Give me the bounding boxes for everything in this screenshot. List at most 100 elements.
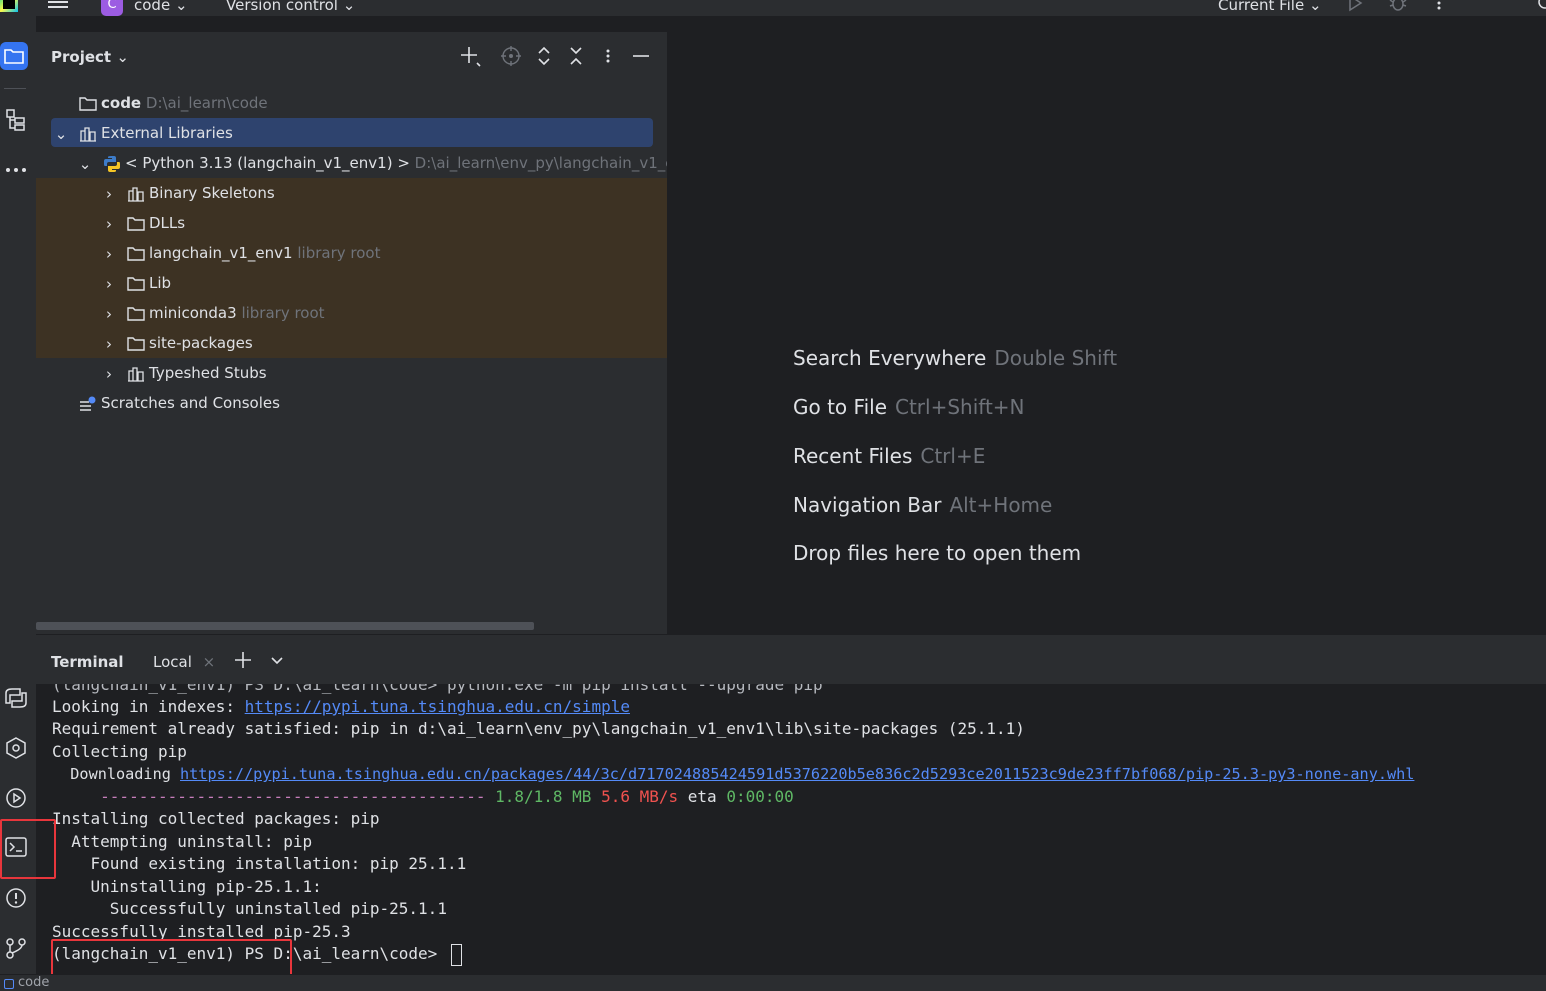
terminal-line: Collecting pip [52, 742, 187, 761]
tip-drop-files: Drop files here to open them [793, 541, 1081, 565]
project-panel-header[interactable]: Project ⌄ [51, 48, 129, 66]
highlight-terminal-button [0, 819, 56, 879]
folder-icon [127, 246, 145, 261]
tree-item-python-sdk[interactable]: ⌄ < Python 3.13 (langchain_v1_env1) > D:\… [36, 148, 667, 179]
chevron-down-icon[interactable]: ⌄ [53, 119, 69, 149]
tree-hint: D:\ai_learn\env_py\langchain_v1_env1 [414, 154, 667, 172]
tree-item-site-packages[interactable]: › site-packages [36, 328, 667, 359]
tree-item-langchain-env[interactable]: › langchain_v1_env1 library root [36, 238, 667, 269]
folder-icon [79, 96, 97, 111]
project-badge[interactable]: C [101, 0, 123, 16]
settings-gear-icon[interactable] [1536, 0, 1546, 16]
tree-item-dlls[interactable]: › DLLs [36, 208, 667, 239]
run-config-selector[interactable]: Current File ⌄ [1218, 0, 1322, 14]
vcs-menu[interactable]: Version control ⌄ [226, 0, 355, 14]
tree-item-scratches[interactable]: Scratches and Consoles [36, 388, 667, 418]
close-icon[interactable]: × [203, 653, 216, 671]
download-speed: 5.6 MB/s [601, 787, 679, 806]
strip-divider [4, 88, 26, 89]
tip-shortcut: Ctrl+E [920, 444, 986, 468]
locate-file-icon[interactable] [501, 45, 521, 67]
run-config-label: Current File [1218, 0, 1305, 14]
status-breadcrumb[interactable]: code [18, 975, 49, 990]
line-text: Looking in indexes: [52, 697, 245, 716]
project-name: code [134, 0, 171, 14]
tree-item-typeshed-stubs[interactable]: › Typeshed Stubs [36, 358, 667, 389]
run-tool-icon[interactable] [0, 782, 32, 814]
horizontal-scrollbar[interactable] [36, 622, 534, 630]
tree-item-binary-skeletons[interactable]: › Binary Skeletons [36, 178, 667, 209]
new-file-icon[interactable] [459, 45, 481, 67]
problems-icon[interactable] [0, 882, 32, 914]
tip-label: Drop files here to open them [793, 541, 1082, 565]
structure-tool-button[interactable] [0, 104, 32, 136]
options-icon[interactable] [605, 45, 611, 67]
chevron-right-icon[interactable]: › [101, 329, 117, 359]
tree-label: Typeshed Stubs [149, 364, 267, 382]
terminal-cursor [450, 943, 462, 966]
tip-label: Search Everywhere [793, 346, 987, 370]
chevron-down-icon: ⌄ [342, 0, 356, 14]
chevron-down-icon: ⌄ [1309, 0, 1322, 14]
tree-item-external-libraries[interactable]: ⌄ External Libraries [36, 118, 667, 149]
terminal-header: Terminal Local × [36, 634, 1546, 685]
scratches-icon [80, 396, 96, 411]
project-tool-button[interactable] [0, 42, 28, 70]
folder-icon [127, 276, 145, 291]
download-url-link[interactable]: https://pypi.tuna.tsinghua.edu.cn/packag… [180, 765, 1414, 783]
expand-all-icon[interactable] [536, 45, 552, 67]
index-url-link[interactable]: https://pypi.tuna.tsinghua.edu.cn/simple [245, 697, 630, 716]
run-icon[interactable] [1346, 0, 1364, 16]
highlight-prompt [51, 939, 292, 976]
debug-icon[interactable] [1388, 0, 1408, 16]
more-options-icon[interactable] [1436, 0, 1442, 16]
terminal-line: ----------------------------------------… [52, 786, 794, 808]
folder-icon [127, 216, 145, 231]
terminal-title: Terminal [51, 653, 124, 671]
collapse-all-icon[interactable] [568, 45, 584, 67]
main-menu-icon[interactable] [48, 0, 68, 15]
project-switcher[interactable]: code ⌄ [134, 0, 188, 14]
python-packages-icon[interactable] [0, 682, 32, 714]
git-branch-icon[interactable] [0, 932, 32, 964]
tip-search-everywhere: Search Everywhere Double Shift [793, 346, 1117, 370]
services-icon[interactable] [0, 732, 32, 764]
tree-label: External Libraries [101, 124, 233, 142]
chevron-down-icon[interactable]: ⌄ [77, 149, 93, 179]
terminal-output[interactable]: (langchain_v1_env1) PS D:\ai_learn\code>… [36, 684, 1546, 974]
tip-label: Go to File [793, 395, 887, 419]
folder-icon [127, 306, 145, 321]
tree-label: Binary Skeletons [149, 184, 275, 202]
status-bar: code [0, 974, 1546, 991]
tree-label: miniconda3 [149, 304, 237, 322]
more-tools-icon[interactable] [0, 154, 32, 186]
terminal-line: Found existing installation: pip 25.1.1 [52, 854, 467, 873]
tree-label: DLLs [149, 214, 186, 232]
chevron-right-icon[interactable]: › [101, 209, 117, 239]
tree-label: < Python 3.13 (langchain_v1_env1) > [125, 154, 410, 172]
chevron-down-icon: ⌄ [174, 0, 188, 14]
project-panel: Project ⌄ code D:\ai_learn\code ⌄ Externa… [36, 32, 668, 634]
tree-item-miniconda3[interactable]: › miniconda3 library root [36, 298, 667, 329]
tree-item-lib[interactable]: › Lib [36, 268, 667, 299]
tree-label: site-packages [149, 334, 253, 352]
terminal-tab-local[interactable]: Local × [153, 653, 215, 671]
hide-panel-icon[interactable] [632, 45, 650, 67]
eta-label: eta [678, 787, 727, 806]
new-tab-icon[interactable] [234, 651, 252, 673]
tip-go-to-file: Go to File Ctrl+Shift+N [793, 395, 1025, 419]
structure-icon [6, 109, 25, 131]
chevron-right-icon[interactable]: › [101, 359, 117, 389]
folder-icon [4, 49, 24, 64]
eta-value: 0:00:00 [726, 787, 794, 806]
chevron-right-icon[interactable]: › [101, 179, 117, 209]
line-text: Downloading [52, 765, 181, 783]
chevron-right-icon[interactable]: › [101, 299, 117, 329]
chevron-right-icon[interactable]: › [101, 239, 117, 269]
tree-item-code[interactable]: code D:\ai_learn\code [36, 88, 667, 118]
chevron-right-icon[interactable]: › [101, 269, 117, 299]
terminal-line: (langchain_v1_env1) PS D:\ai_learn\code>… [52, 684, 823, 694]
tree-label: Scratches and Consoles [101, 394, 280, 412]
folder-icon [127, 336, 145, 351]
chevron-down-icon[interactable] [270, 653, 284, 672]
